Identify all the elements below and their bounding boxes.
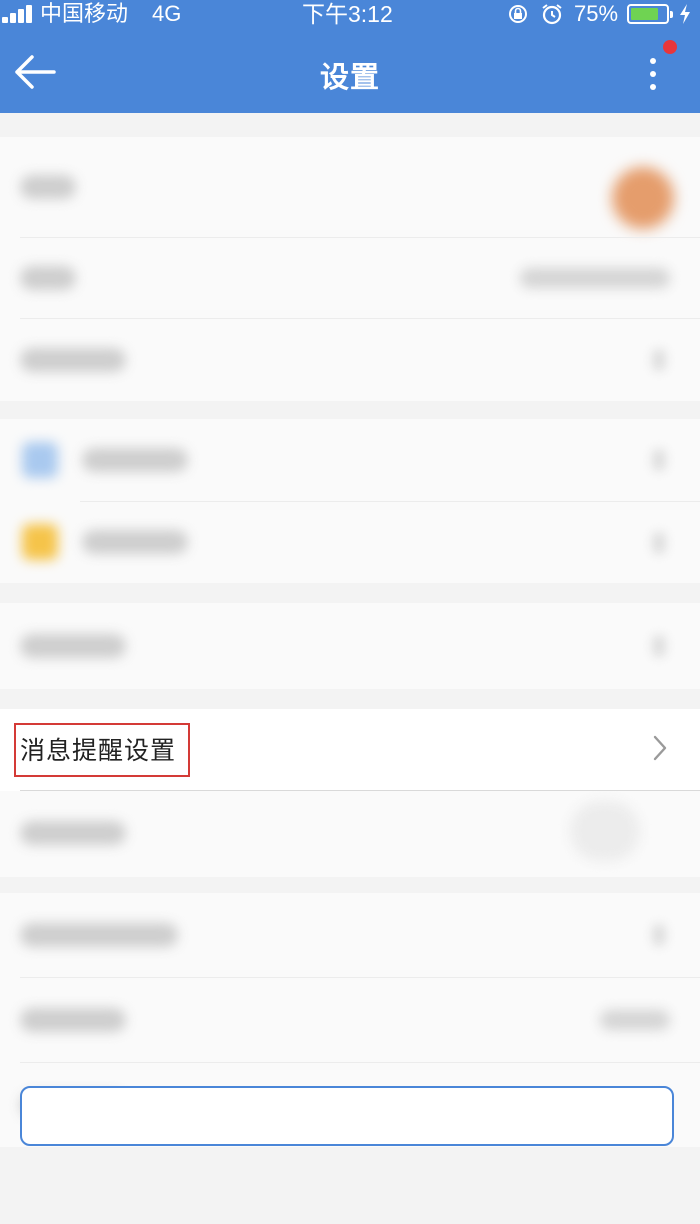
feature-group: [0, 419, 700, 583]
settings-list: [0, 113, 700, 1224]
notification-badge: [663, 40, 677, 54]
blurred-row[interactable]: [0, 893, 700, 977]
blurred-row[interactable]: [0, 603, 700, 689]
status-bar: 中国移动 4G 下午3:12 75%: [0, 0, 700, 28]
header: 中国移动 4G 下午3:12 75% 设置: [0, 0, 700, 113]
chevron-right-icon: [653, 735, 667, 761]
page-title: 设置: [319, 62, 380, 94]
signal-icon: [2, 5, 36, 23]
row-divider: [20, 790, 700, 791]
blurred-row[interactable]: [0, 791, 700, 877]
battery-percent: 75%: [574, 1, 619, 26]
privacy-group: [0, 603, 700, 689]
battery-icon: [627, 4, 673, 24]
alarm-icon: [542, 4, 562, 25]
message-notification-settings-item[interactable]: 消息提醒设置: [0, 709, 700, 791]
blurred-row[interactable]: [0, 137, 700, 237]
profile-group: [0, 137, 700, 401]
clock: 下午3:12: [302, 1, 393, 27]
highlight-box: [14, 723, 190, 777]
carrier-label: 中国移动: [40, 1, 129, 26]
blurred-group: [0, 791, 700, 877]
network-label: 4G: [152, 1, 182, 26]
blurred-row[interactable]: [0, 419, 700, 501]
blurred-row[interactable]: [0, 319, 700, 401]
rotation-lock-icon: [509, 5, 527, 23]
blurred-row[interactable]: [0, 502, 700, 583]
more-options-button[interactable]: [640, 54, 668, 94]
bottom-action-button[interactable]: [20, 1086, 674, 1146]
blurred-row[interactable]: [0, 978, 700, 1062]
blurred-row[interactable]: [0, 238, 700, 318]
charging-icon: [680, 4, 690, 24]
avatar: [612, 167, 674, 229]
